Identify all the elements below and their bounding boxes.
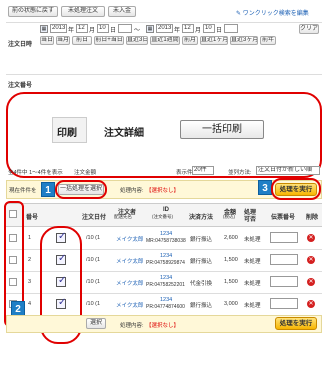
list-summary-amount: 注文金額 bbox=[74, 170, 97, 176]
delete-icon[interactable]: ✕ bbox=[307, 300, 315, 308]
row-status: 未処理 bbox=[244, 259, 261, 265]
delete-icon[interactable]: ✕ bbox=[307, 256, 315, 264]
row-customer[interactable]: メイク太郎 bbox=[116, 301, 143, 309]
row-slip-input[interactable] bbox=[270, 298, 298, 309]
row-id[interactable]: 1234 bbox=[160, 297, 172, 303]
row-order-number: PR:04758252201 bbox=[146, 282, 185, 288]
row-customer[interactable]: メイク太郎 bbox=[116, 257, 143, 265]
row-order-number: MR:04758738038 bbox=[146, 238, 186, 244]
bulk-content-value: 【選択なし】 bbox=[146, 188, 180, 194]
row-status: 未処理 bbox=[244, 237, 261, 243]
quick-date-button[interactable]: 前日 bbox=[72, 36, 92, 45]
to-year-select[interactable]: 2013 bbox=[156, 24, 173, 33]
list-summary: 全4件中 1〜4件を表示 bbox=[8, 170, 63, 176]
row-amount: 1,500 bbox=[224, 279, 238, 285]
clear-button[interactable]: クリア bbox=[299, 24, 319, 34]
row-amount: 3,000 bbox=[224, 301, 238, 307]
quick-date-button[interactable]: 直近3日 bbox=[126, 36, 148, 45]
quick-date-button[interactable]: 当月 bbox=[56, 36, 70, 45]
col-slip: 伝票番号 bbox=[271, 215, 296, 221]
row-payment: 銀行振込 bbox=[190, 237, 213, 243]
col-id: ID bbox=[163, 207, 169, 213]
to-hour-select[interactable] bbox=[224, 24, 238, 33]
row-slip-input[interactable] bbox=[270, 232, 298, 243]
row-id[interactable]: 1234 bbox=[160, 275, 172, 281]
row-slip-input[interactable] bbox=[270, 276, 298, 287]
calendar-icon[interactable]: ▦ bbox=[146, 25, 154, 33]
sort-select[interactable]: 注文日付が新しい順 bbox=[256, 166, 320, 175]
delete-icon[interactable]: ✕ bbox=[307, 234, 315, 242]
tab-print[interactable]: 印刷 bbox=[57, 124, 77, 139]
from-month-select[interactable]: 12 bbox=[76, 24, 88, 33]
bulk-select-label: 現在件件を bbox=[9, 188, 37, 194]
row-status: 未処理 bbox=[244, 281, 261, 287]
from-year-select[interactable]: 2013 bbox=[50, 24, 67, 33]
row-payment: 銀行振込 bbox=[190, 303, 213, 309]
quick-date-button[interactable]: 当日 bbox=[40, 36, 54, 45]
col-delete: 削除 bbox=[306, 215, 319, 221]
row-date: /10 (1 bbox=[86, 257, 101, 263]
row-payment: 代金引換 bbox=[190, 281, 213, 287]
row-order-number: PR:04758929874 bbox=[146, 260, 185, 266]
row-slip-input[interactable] bbox=[270, 254, 298, 265]
row-date: /10 (1 bbox=[86, 279, 101, 285]
bottom-select-button[interactable]: 選択 bbox=[86, 318, 106, 329]
quick-date-button[interactable]: 直近1ヶ月 bbox=[200, 36, 228, 45]
row-number: 4 bbox=[28, 301, 32, 307]
row-order-number: PR:04774874600 bbox=[146, 304, 185, 310]
per-page-select[interactable]: 20件 bbox=[192, 166, 214, 175]
row-status: 未処理 bbox=[244, 303, 261, 309]
tab-order-detail[interactable]: 注文詳細 bbox=[104, 124, 144, 139]
step-badge-2: 2 bbox=[11, 301, 25, 316]
row-number: 2 bbox=[28, 257, 32, 263]
bottom-execute-button[interactable]: 処理を実行 bbox=[275, 317, 317, 330]
bottom-content-value: 【選択なし】 bbox=[146, 323, 180, 329]
row-customer[interactable]: メイク太郎 bbox=[116, 235, 143, 243]
row-number: 3 bbox=[28, 279, 32, 285]
order-date-label: 注文日時 bbox=[8, 42, 33, 48]
row-id[interactable]: 1234 bbox=[160, 253, 172, 259]
help-link[interactable]: ✎ ワンクリック検索を編集 bbox=[236, 8, 309, 17]
quick-date-button[interactable]: 前年 bbox=[260, 36, 276, 45]
row-id[interactable]: 1234 bbox=[160, 231, 172, 237]
order-number-label: 注文番号 bbox=[8, 83, 33, 89]
row-payment: 銀行振込 bbox=[190, 259, 213, 265]
row-customer[interactable]: メイク太郎 bbox=[116, 279, 143, 287]
row-date: /10 (1 bbox=[86, 235, 101, 241]
col-date: 注文日付 bbox=[82, 215, 107, 221]
col-payment: 決済方法 bbox=[189, 215, 214, 221]
to-month-select[interactable]: 12 bbox=[182, 24, 194, 33]
col-num: 番号 bbox=[26, 215, 39, 221]
prev-state-button[interactable]: 前の状態に戻す bbox=[8, 6, 58, 17]
row-amount: 2,600 bbox=[224, 235, 238, 241]
quick-date-button[interactable]: 直近3ヶ月 bbox=[230, 36, 258, 45]
quick-date-button[interactable]: 直近1週間 bbox=[150, 36, 180, 45]
to-day-select[interactable]: 10 bbox=[203, 24, 215, 33]
highlight-select-button bbox=[55, 180, 107, 199]
quick-date-button[interactable]: 前月 bbox=[182, 36, 198, 45]
highlight-execute-button bbox=[271, 178, 321, 200]
bulk-print-button[interactable]: 一括印刷 bbox=[180, 120, 264, 139]
arrow-icon: ✎ bbox=[236, 11, 243, 17]
quick-date-button[interactable]: 前日+当日 bbox=[94, 36, 124, 45]
row-number: 1 bbox=[28, 235, 32, 241]
from-day-select[interactable]: 10 bbox=[97, 24, 109, 33]
row-date: /10 (1 bbox=[86, 301, 101, 307]
from-hour-select[interactable] bbox=[118, 24, 132, 33]
delete-icon[interactable]: ✕ bbox=[307, 278, 315, 286]
calendar-icon[interactable]: ▦ bbox=[40, 25, 48, 33]
step-badge-1: 1 bbox=[41, 182, 55, 197]
row-amount: 1,500 bbox=[224, 257, 238, 263]
unpaid-button[interactable]: 未入金 bbox=[108, 6, 136, 17]
unprocessed-orders-button[interactable]: 未処理注文 bbox=[61, 6, 105, 17]
step-badge-3: 3 bbox=[258, 180, 272, 195]
